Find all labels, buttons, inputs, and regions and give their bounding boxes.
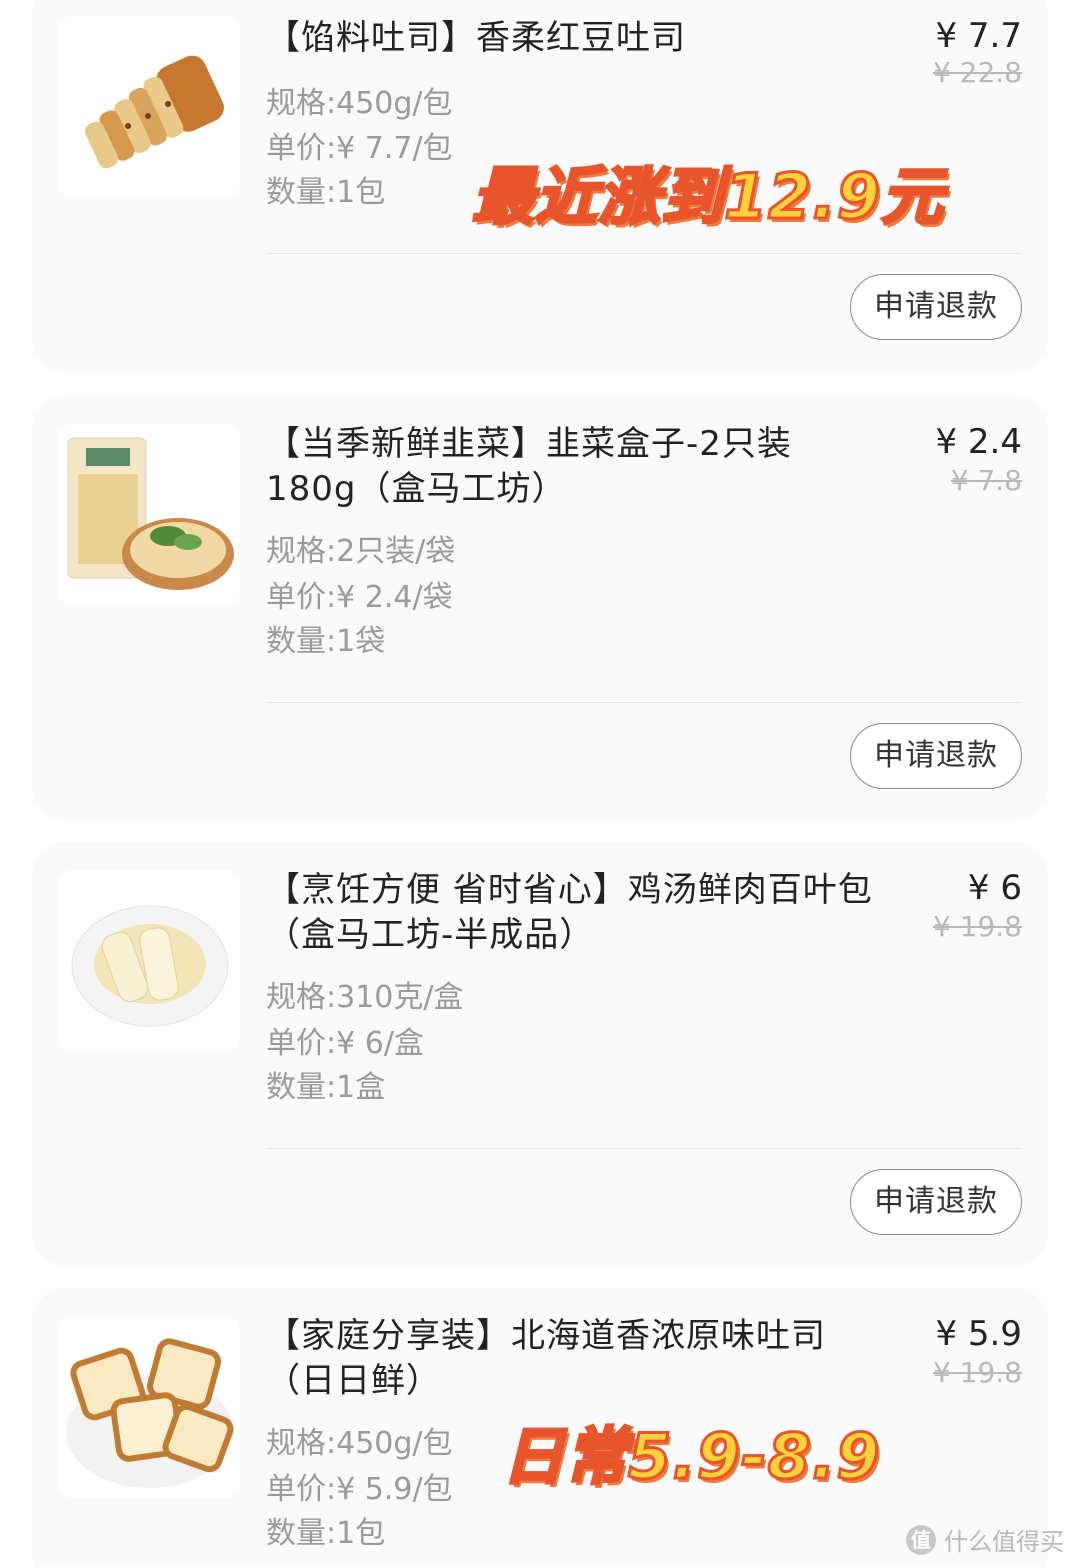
order-item-card: 【家庭分享装】北海道香浓原味吐司 （日日鲜） ¥ 5.9 ¥ 19.8 规格:4… <box>32 1288 1048 1567</box>
watermark-text: 什么值得买 <box>944 1528 1064 1556</box>
quantity-text: 数量:1袋 <box>266 624 386 659</box>
current-price: ¥ 5.9 <box>935 1314 1022 1354</box>
original-price: ¥ 7.8 <box>950 464 1022 497</box>
usual-price-annotation: 日常5.9-8.9 <box>500 1419 881 1495</box>
current-price: ¥ 7.7 <box>935 16 1022 56</box>
product-image-red-bean-toast[interactable] <box>58 16 240 198</box>
order-items-page: 【馅料吐司】香柔红豆吐司 ¥ 7.7 ¥ 22.8 规格:450g/包 单价:¥… <box>0 0 1080 1567</box>
spec-text: 规格:310克/盒 <box>266 980 464 1015</box>
product-image-tofu-skin-roll[interactable] <box>58 870 240 1052</box>
product-title[interactable]: 【馅料吐司】香柔红豆吐司 <box>266 16 906 61</box>
product-title[interactable]: 【家庭分享装】北海道香浓原味吐司 （日日鲜） <box>266 1314 906 1404</box>
spec-text: 规格:2只装/袋 <box>266 534 456 569</box>
refund-button[interactable]: 申请退款 <box>850 1169 1022 1235</box>
product-title[interactable]: 【当季新鲜韭菜】韭菜盒子-2只装 180g（盒马工坊） <box>266 422 906 512</box>
watermark: 值 什么值得买 <box>906 1522 1064 1557</box>
divider <box>266 253 1022 254</box>
watermark-logo-icon: 值 <box>906 1524 936 1555</box>
original-price: ¥ 19.8 <box>932 1356 1022 1389</box>
refund-button[interactable]: 申请退款 <box>850 274 1022 340</box>
quantity-text: 数量:1盒 <box>266 1070 386 1105</box>
order-item-card: 【馅料吐司】香柔红豆吐司 ¥ 7.7 ¥ 22.8 规格:450g/包 单价:¥… <box>32 0 1048 372</box>
unit-price-text: 单价:¥ 5.9/包 <box>266 1472 453 1507</box>
original-price: ¥ 19.8 <box>932 910 1022 943</box>
order-item-card: 【当季新鲜韭菜】韭菜盒子-2只装 180g（盒马工坊） ¥ 2.4 ¥ 7.8 … <box>32 396 1048 820</box>
current-price: ¥ 2.4 <box>935 422 1022 462</box>
product-image-hokkaido-toast[interactable] <box>58 1316 240 1498</box>
refund-button[interactable]: 申请退款 <box>850 723 1022 789</box>
unit-price-text: 单价:¥ 7.7/包 <box>266 131 453 166</box>
toast-slices-icon <box>58 1316 240 1498</box>
original-price: ¥ 22.8 <box>932 56 1022 89</box>
quantity-text: 数量:1包 <box>266 175 386 210</box>
spec-text: 规格:450g/包 <box>266 86 453 121</box>
order-item-card: 【烹饪方便 省时省心】鸡汤鲜肉百叶包 （盒马工坊-半成品） ¥ 6 ¥ 19.8… <box>32 842 1048 1266</box>
product-image-chive-box[interactable] <box>58 424 240 606</box>
unit-price-text: 单价:¥ 2.4/袋 <box>266 580 453 615</box>
spec-text: 规格:450g/包 <box>266 1426 453 1461</box>
plate-dish-icon <box>58 870 240 1052</box>
bread-loaf-icon <box>58 16 240 198</box>
unit-price-text: 单价:¥ 6/盒 <box>266 1026 424 1061</box>
price-rise-annotation: 最近涨到12.9元 <box>471 159 945 235</box>
quantity-text: 数量:1包 <box>266 1516 386 1551</box>
product-title[interactable]: 【烹饪方便 省时省心】鸡汤鲜肉百叶包 （盒马工坊-半成品） <box>266 868 906 958</box>
current-price: ¥ 6 <box>967 868 1022 908</box>
divider <box>266 1148 1022 1149</box>
chive-pocket-icon <box>58 424 240 606</box>
divider <box>266 702 1022 703</box>
